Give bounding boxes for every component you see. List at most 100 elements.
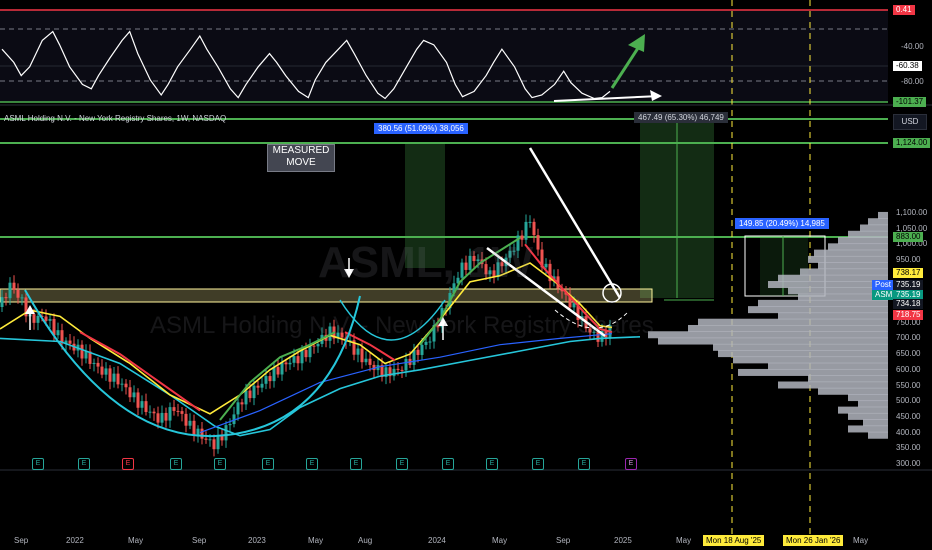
candle-body	[8, 282, 12, 299]
volume-profile-bar	[738, 368, 888, 376]
volume-profile-bar	[778, 312, 888, 320]
volume-profile-bar	[848, 394, 888, 402]
earnings-marker[interactable]: E	[78, 458, 90, 470]
measured-move-line-1: MEASURED	[272, 145, 330, 156]
earnings-marker-upcoming[interactable]: E	[625, 458, 637, 470]
osc-tick-80: -80.00	[901, 77, 924, 86]
candle-body	[272, 367, 276, 382]
candle-body	[104, 368, 108, 375]
volume-profile-bar	[848, 412, 888, 420]
volume-profile-bar	[860, 224, 888, 232]
candle-body	[416, 349, 420, 355]
candle-body	[140, 401, 144, 408]
earnings-marker[interactable]: E	[442, 458, 454, 470]
time-axis-label: May	[128, 536, 144, 545]
osc-background	[0, 10, 888, 102]
volume-profile-bar	[863, 419, 888, 427]
price-highlight-label: 738.17	[893, 268, 924, 278]
candle-body	[132, 392, 136, 398]
volume-profile-bar	[878, 211, 888, 219]
candle-body	[532, 221, 536, 236]
candle-body	[392, 368, 396, 377]
volume-profile-bar	[748, 306, 888, 314]
volume-profile-bar	[768, 281, 888, 289]
candle-body	[252, 385, 256, 399]
candle-body	[536, 235, 540, 250]
earnings-marker[interactable]: E	[170, 458, 182, 470]
earnings-marker[interactable]: E	[214, 458, 226, 470]
time-highlight-label: Mon 18 Aug '25	[703, 535, 765, 546]
candle-body	[68, 340, 72, 344]
osc-top-value: 0.41	[893, 5, 915, 15]
candle-body	[92, 362, 96, 364]
volume-profile-bar	[818, 262, 888, 270]
currency-button[interactable]: USD	[893, 114, 927, 130]
candle-body	[136, 392, 140, 408]
candle-body	[236, 402, 240, 415]
candle-body	[312, 345, 316, 347]
candle-body	[100, 366, 104, 375]
candle-body	[368, 358, 372, 365]
price-tick-label: 450.00	[896, 411, 921, 421]
candle-body	[412, 349, 416, 365]
candle-body	[156, 413, 160, 423]
candle-body	[120, 383, 124, 385]
candle-body	[228, 424, 232, 426]
price-tick-label: 300.00	[896, 459, 921, 468]
candle-body	[300, 349, 304, 364]
candle-body	[292, 356, 296, 363]
candle-body	[148, 411, 152, 413]
price-highlight-label: 735.19	[893, 280, 924, 290]
candle-body	[96, 362, 100, 367]
volume-profile-bar	[713, 343, 888, 351]
candle-body	[260, 383, 264, 388]
price-tick-label: 650.00	[896, 349, 921, 359]
candle-body	[544, 263, 548, 268]
earnings-marker[interactable]: E	[486, 458, 498, 470]
candle-body	[32, 314, 36, 323]
volume-profile-bar	[868, 218, 888, 226]
volume-profile-bar	[808, 375, 888, 383]
candle-body	[116, 373, 120, 385]
earnings-marker[interactable]: E	[578, 458, 590, 470]
candle-body	[264, 376, 268, 384]
time-axis-label: Sep	[192, 536, 207, 545]
currency-label: USD	[901, 117, 919, 126]
candle-body	[296, 356, 300, 364]
earnings-marker[interactable]: E	[350, 458, 362, 470]
time-axis-label: 2022	[66, 536, 84, 545]
candle-body	[152, 411, 156, 414]
price-highlight-label: 718.75	[893, 310, 924, 320]
candle-body	[172, 407, 176, 411]
candle-body	[184, 413, 188, 426]
candle-body	[20, 297, 24, 299]
candle-body	[420, 344, 424, 355]
candle-body	[144, 401, 148, 412]
candle-body	[12, 282, 16, 290]
candle-body	[4, 297, 8, 299]
candle-body	[400, 369, 404, 371]
time-axis-label: Sep	[556, 536, 571, 545]
earnings-marker[interactable]: E	[396, 458, 408, 470]
volume-profile-bar	[848, 425, 888, 433]
candle-body	[48, 318, 52, 321]
volume-profile-bar	[858, 400, 888, 408]
time-axis-label: May	[492, 536, 508, 545]
volume-profile-bar	[838, 237, 888, 245]
time-axis-label: 2023	[248, 536, 266, 545]
candle-body	[288, 362, 292, 365]
earnings-marker[interactable]: E	[532, 458, 544, 470]
measured-move-line-2: MOVE	[286, 157, 316, 168]
earnings-marker[interactable]: E	[122, 458, 134, 470]
earnings-marker[interactable]: E	[262, 458, 274, 470]
earnings-marker[interactable]: E	[32, 458, 44, 470]
earnings-marker[interactable]: E	[306, 458, 318, 470]
volume-profile-bar	[808, 255, 888, 263]
measured-move-box: MEASURED MOVE	[267, 144, 335, 172]
price-tick-label: 1,100.00	[896, 207, 928, 217]
volume-profile-bar	[658, 337, 888, 345]
candle-body	[36, 315, 40, 323]
candle-body	[208, 439, 212, 441]
candle-body	[396, 368, 400, 370]
candle-body	[80, 344, 84, 359]
